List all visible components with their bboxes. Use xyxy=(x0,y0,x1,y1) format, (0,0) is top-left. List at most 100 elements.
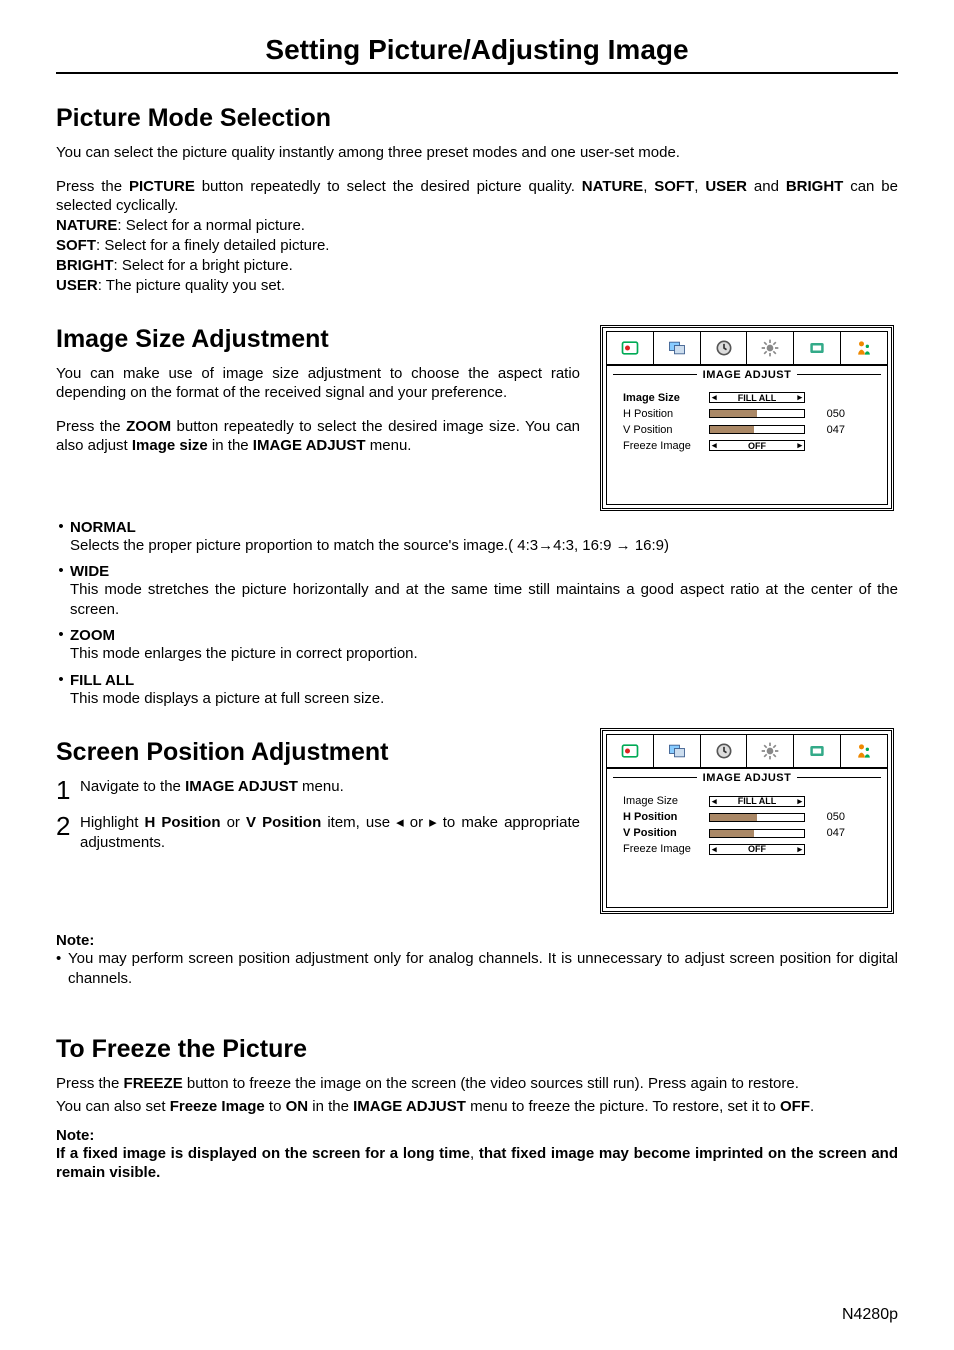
t: SOFT xyxy=(56,237,96,254)
osd2-r3-value: 047 xyxy=(811,827,845,839)
osd-tabs xyxy=(607,332,887,366)
mode-fillall: •FILL ALL xyxy=(56,672,898,689)
mode-fillall-desc: This mode displays a picture at full scr… xyxy=(70,689,898,709)
t: button repeatedly to select the desired … xyxy=(195,178,582,195)
osd2-title: IMAGE ADJUST xyxy=(697,772,798,784)
t: menu. xyxy=(366,437,412,454)
t: USER xyxy=(56,277,98,294)
mode-user: USER: The picture quality you set. xyxy=(56,276,898,296)
mode-nature: NATURE: Select for a normal picture. xyxy=(56,216,898,236)
t: ON xyxy=(286,1098,309,1115)
spa-note-body: • You may perform screen position adjust… xyxy=(56,949,898,989)
mode-bright: BRIGHT: Select for a bright picture. xyxy=(56,256,898,276)
osd2-r2-slider xyxy=(709,813,805,822)
t: IMAGE ADJUST xyxy=(353,1098,466,1115)
heading-picture-mode: Picture Mode Selection xyxy=(56,104,898,133)
step-2-number: 2 xyxy=(56,813,80,839)
osd2-r3-slider xyxy=(709,829,805,838)
t: , xyxy=(470,1145,479,1162)
t: , xyxy=(643,178,654,195)
step-1-text: Navigate to the IMAGE ADJUST menu. xyxy=(80,777,344,797)
tab-features-icon xyxy=(794,735,841,767)
t: button to freeze the image on the screen… xyxy=(183,1075,799,1092)
osd1-row-image-size: Image Size ◂FILL ALL▸ xyxy=(623,390,877,406)
t: Navigate to the xyxy=(80,778,185,795)
t: Freeze Image xyxy=(170,1098,265,1115)
step-1-number: 1 xyxy=(56,777,80,803)
t: BRIGHT xyxy=(786,178,844,195)
tab-image-adjust-icon xyxy=(654,332,701,364)
osd1-r3-label: V Position xyxy=(623,424,709,436)
osd-image-adjust-2: IMAGE ADJUST Image Size ◂FILL ALL▸ H Pos… xyxy=(600,728,894,914)
mode-zoom-desc: This mode enlarges the picture in correc… xyxy=(70,644,898,664)
t: Press the xyxy=(56,178,129,195)
osd1-r1-value: ◂FILL ALL▸ xyxy=(709,392,805,403)
t: . xyxy=(810,1098,814,1115)
mode-wide: •WIDE xyxy=(56,563,898,580)
t: FILL ALL xyxy=(70,672,134,689)
osd2-row-image-size: Image Size ◂FILL ALL▸ xyxy=(623,793,877,809)
tab-picture-icon xyxy=(607,735,654,767)
t: in the xyxy=(208,437,253,454)
t: , xyxy=(694,178,705,195)
mode-zoom: •ZOOM xyxy=(56,627,898,644)
osd1-r2-value: 050 xyxy=(811,408,845,420)
tab-features-icon xyxy=(794,332,841,364)
t: NORMAL xyxy=(70,519,136,536)
pms-desc: Press the PICTURE button repeatedly to s… xyxy=(56,177,898,216)
t: to xyxy=(265,1098,286,1115)
t: BRIGHT xyxy=(56,257,114,274)
osd2-r3-label: V Position xyxy=(623,827,709,839)
mode-wide-desc: This mode stretches the picture horizont… xyxy=(70,580,898,619)
tab-picture-icon xyxy=(607,332,654,364)
osd1-r2-label: H Position xyxy=(623,408,709,420)
osd1-r3-value: 047 xyxy=(811,424,845,436)
osd1-row-h-position: H Position 050 xyxy=(623,406,877,422)
t: OFF xyxy=(748,441,766,451)
t: Highlight xyxy=(80,814,144,831)
osd2-r1-value: ◂FILL ALL▸ xyxy=(709,796,805,807)
heading-freeze: To Freeze the Picture xyxy=(56,1035,898,1064)
freeze-p2: You can also set Freeze Image to ON in t… xyxy=(56,1097,898,1117)
step-2-text: Highlight H Position or V Position item,… xyxy=(80,813,580,852)
osd2-row-freeze: Freeze Image ◂OFF▸ xyxy=(623,841,877,857)
tab-parental-icon xyxy=(841,735,887,767)
footer-model: N4280p xyxy=(842,1306,898,1324)
freeze-warning: If a fixed image is displayed on the scr… xyxy=(56,1144,898,1183)
osd1-r4-value: ◂OFF▸ xyxy=(709,440,805,451)
tab-parental-icon xyxy=(841,332,887,364)
t: FILL ALL xyxy=(738,393,777,403)
osd2-r4-value: ◂OFF▸ xyxy=(709,844,805,855)
osd2-r1-label: Image Size xyxy=(623,795,709,807)
osd1-row-freeze: Freeze Image ◂OFF▸ xyxy=(623,438,877,454)
freeze-p1: Press the FREEZE button to freeze the im… xyxy=(56,1074,898,1094)
tab-image-adjust-icon xyxy=(654,735,701,767)
t: H Position xyxy=(144,814,220,831)
t: Press the xyxy=(56,418,126,435)
t: Note xyxy=(56,1127,89,1144)
mode-normal-desc: Selects the proper picture proportion to… xyxy=(70,536,898,556)
t: menu to freeze the picture. To restore, … xyxy=(466,1098,780,1115)
t: Note xyxy=(56,932,89,949)
t: OFF xyxy=(748,844,766,854)
isa-p1: You can make use of image size adjustmen… xyxy=(56,364,580,403)
t: or xyxy=(221,814,246,831)
t: in the xyxy=(308,1098,353,1115)
heading-image-size: Image Size Adjustment xyxy=(56,325,580,354)
isa-p2: Press the ZOOM button repeatedly to sele… xyxy=(56,417,580,456)
tab-time-icon xyxy=(701,735,748,767)
tab-time-icon xyxy=(701,332,748,364)
freeze-note-head: Note: xyxy=(56,1127,898,1144)
t: Image size xyxy=(132,437,208,454)
t: You can also set xyxy=(56,1098,170,1115)
step-1: 1 Navigate to the IMAGE ADJUST menu. xyxy=(56,777,580,803)
osd1-r4-label: Freeze Image xyxy=(623,440,709,452)
step-2: 2 Highlight H Position or V Position ite… xyxy=(56,813,580,852)
spa-note-head: Note: xyxy=(56,932,898,949)
osd2-r2-value: 050 xyxy=(811,811,845,823)
osd1-row-v-position: V Position 047 xyxy=(623,422,877,438)
osd-tabs xyxy=(607,735,887,769)
heading-screen-position: Screen Position Adjustment xyxy=(56,738,580,767)
osd2-r4-label: Freeze Image xyxy=(623,843,709,855)
t: V Position xyxy=(246,814,321,831)
